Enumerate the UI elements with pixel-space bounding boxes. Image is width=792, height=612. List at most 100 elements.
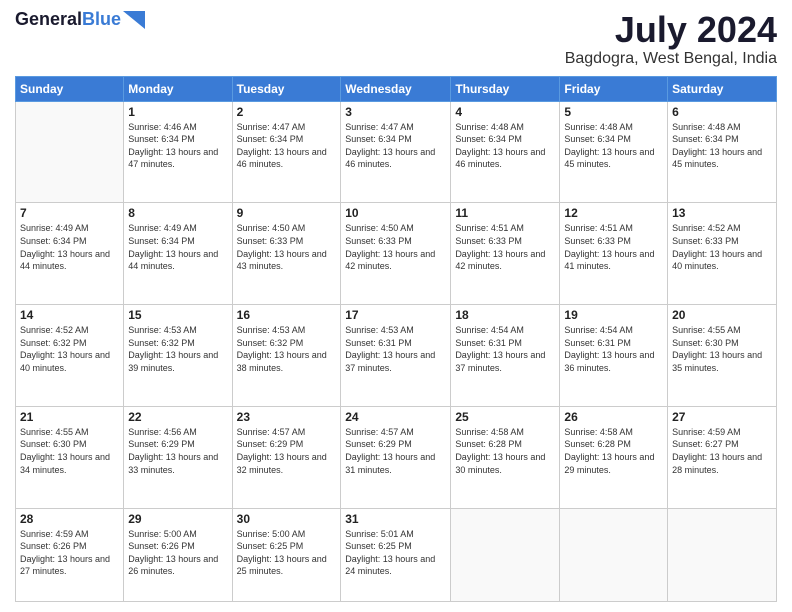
location: Bagdogra, West Bengal, India xyxy=(565,50,777,68)
calendar-week-row: 7Sunrise: 4:49 AMSunset: 6:34 PMDaylight… xyxy=(16,203,777,305)
day-info: Sunrise: 4:52 AMSunset: 6:32 PMDaylight:… xyxy=(20,324,119,374)
calendar-header-saturday: Saturday xyxy=(668,76,777,101)
calendar-cell: 31 Sunrise: 5:01 AMSunset: 6:25 PMDayligh… xyxy=(341,508,451,601)
day-info: Sunrise: 4:51 AMSunset: 6:33 PMDaylight:… xyxy=(564,222,663,272)
day-info: Sunrise: 4:49 AMSunset: 6:34 PMDaylight:… xyxy=(20,222,119,272)
calendar-cell: 28 Sunrise: 4:59 AMSunset: 6:26 PMDayligh… xyxy=(16,508,124,601)
calendar-header-row: SundayMondayTuesdayWednesdayThursdayFrid… xyxy=(16,76,777,101)
day-info: Sunrise: 4:57 AMSunset: 6:29 PMDaylight:… xyxy=(345,426,446,476)
calendar-cell: 16 Sunrise: 4:53 AMSunset: 6:32 PMDayligh… xyxy=(232,305,341,407)
day-number: 12 xyxy=(564,206,663,220)
day-info: Sunrise: 4:56 AMSunset: 6:29 PMDaylight:… xyxy=(128,426,227,476)
day-number: 30 xyxy=(237,512,337,526)
calendar-cell: 3Sunrise: 4:47 AMSunset: 6:34 PMDaylight… xyxy=(341,101,451,203)
calendar-cell: 24 Sunrise: 4:57 AMSunset: 6:29 PMDayligh… xyxy=(341,406,451,508)
logo: GeneralBlue xyxy=(15,10,145,30)
calendar-cell: 2 Sunrise: 4:47 AMSunset: 6:34 PMDaylight… xyxy=(232,101,341,203)
day-number: 1 xyxy=(128,105,227,119)
calendar-cell xyxy=(668,508,777,601)
calendar-header-wednesday: Wednesday xyxy=(341,76,451,101)
day-number: 18 xyxy=(455,308,555,322)
calendar-cell: 20 Sunrise: 4:55 AMSunset: 6:30 PMDayligh… xyxy=(668,305,777,407)
day-number: 26 xyxy=(564,410,663,424)
day-info: Sunrise: 4:49 AMSunset: 6:34 PMDaylight:… xyxy=(128,222,227,272)
day-number: 24 xyxy=(345,410,446,424)
calendar-cell: 23Sunrise: 4:57 AMSunset: 6:29 PMDayligh… xyxy=(232,406,341,508)
day-info: Sunrise: 5:00 AMSunset: 6:26 PMDaylight:… xyxy=(128,528,227,578)
logo-text: GeneralBlue xyxy=(15,10,121,30)
day-number: 29 xyxy=(128,512,227,526)
day-info: Sunrise: 5:01 AMSunset: 6:25 PMDaylight:… xyxy=(345,528,446,578)
day-number: 6 xyxy=(672,105,772,119)
calendar-cell: 5 Sunrise: 4:48 AMSunset: 6:34 PMDaylight… xyxy=(560,101,668,203)
calendar-cell: 22 Sunrise: 4:56 AMSunset: 6:29 PMDayligh… xyxy=(124,406,232,508)
day-info: Sunrise: 4:55 AMSunset: 6:30 PMDaylight:… xyxy=(20,426,119,476)
day-number: 25 xyxy=(455,410,555,424)
day-number: 10 xyxy=(345,206,446,220)
day-info: Sunrise: 4:54 AMSunset: 6:31 PMDaylight:… xyxy=(564,324,663,374)
day-number: 8 xyxy=(128,206,227,220)
day-number: 13 xyxy=(672,206,772,220)
month-year: July 2024 xyxy=(565,10,777,50)
day-info: Sunrise: 4:52 AMSunset: 6:33 PMDaylight:… xyxy=(672,222,772,272)
day-info: Sunrise: 4:59 AMSunset: 6:26 PMDaylight:… xyxy=(20,528,119,578)
calendar-cell: 10 Sunrise: 4:50 AMSunset: 6:33 PMDayligh… xyxy=(341,203,451,305)
calendar-cell: 14 Sunrise: 4:52 AMSunset: 6:32 PMDayligh… xyxy=(16,305,124,407)
header: GeneralBlue July 2024 Bagdogra, West Ben… xyxy=(15,10,777,68)
day-info: Sunrise: 4:58 AMSunset: 6:28 PMDaylight:… xyxy=(564,426,663,476)
day-number: 14 xyxy=(20,308,119,322)
day-number: 4 xyxy=(455,105,555,119)
calendar-cell: 13 Sunrise: 4:52 AMSunset: 6:33 PMDayligh… xyxy=(668,203,777,305)
calendar-header-sunday: Sunday xyxy=(16,76,124,101)
day-info: Sunrise: 4:54 AMSunset: 6:31 PMDaylight:… xyxy=(455,324,555,374)
calendar-cell: 19 Sunrise: 4:54 AMSunset: 6:31 PMDayligh… xyxy=(560,305,668,407)
calendar-cell: 9Sunrise: 4:50 AMSunset: 6:33 PMDaylight… xyxy=(232,203,341,305)
day-info: Sunrise: 5:00 AMSunset: 6:25 PMDaylight:… xyxy=(237,528,337,578)
day-number: 22 xyxy=(128,410,227,424)
calendar-cell: 1 Sunrise: 4:46 AMSunset: 6:34 PMDaylight… xyxy=(124,101,232,203)
calendar-cell: 15 Sunrise: 4:53 AMSunset: 6:32 PMDayligh… xyxy=(124,305,232,407)
day-number: 2 xyxy=(237,105,337,119)
day-number: 5 xyxy=(564,105,663,119)
calendar-cell: 25 Sunrise: 4:58 AMSunset: 6:28 PMDayligh… xyxy=(451,406,560,508)
day-info: Sunrise: 4:55 AMSunset: 6:30 PMDaylight:… xyxy=(672,324,772,374)
day-info: Sunrise: 4:47 AMSunset: 6:34 PMDaylight:… xyxy=(237,121,337,171)
calendar-table: SundayMondayTuesdayWednesdayThursdayFrid… xyxy=(15,76,777,602)
day-info: Sunrise: 4:46 AMSunset: 6:34 PMDaylight:… xyxy=(128,121,227,171)
day-info: Sunrise: 4:51 AMSunset: 6:33 PMDaylight:… xyxy=(455,222,555,272)
day-number: 31 xyxy=(345,512,446,526)
day-info: Sunrise: 4:53 AMSunset: 6:32 PMDaylight:… xyxy=(128,324,227,374)
page: GeneralBlue July 2024 Bagdogra, West Ben… xyxy=(0,0,792,612)
day-number: 19 xyxy=(564,308,663,322)
calendar-header-thursday: Thursday xyxy=(451,76,560,101)
day-number: 3 xyxy=(345,105,446,119)
calendar-header-friday: Friday xyxy=(560,76,668,101)
calendar-header-monday: Monday xyxy=(124,76,232,101)
day-number: 20 xyxy=(672,308,772,322)
calendar-cell: 30 Sunrise: 5:00 AMSunset: 6:25 PMDayligh… xyxy=(232,508,341,601)
calendar-header-tuesday: Tuesday xyxy=(232,76,341,101)
day-number: 15 xyxy=(128,308,227,322)
logo-icon xyxy=(123,11,145,29)
day-info: Sunrise: 4:53 AMSunset: 6:32 PMDaylight:… xyxy=(237,324,337,374)
calendar-cell: 4Sunrise: 4:48 AMSunset: 6:34 PMDaylight… xyxy=(451,101,560,203)
day-number: 27 xyxy=(672,410,772,424)
day-number: 28 xyxy=(20,512,119,526)
calendar-week-row: 1 Sunrise: 4:46 AMSunset: 6:34 PMDaylight… xyxy=(16,101,777,203)
day-info: Sunrise: 4:48 AMSunset: 6:34 PMDaylight:… xyxy=(564,121,663,171)
calendar-cell: 21Sunrise: 4:55 AMSunset: 6:30 PMDayligh… xyxy=(16,406,124,508)
calendar-week-row: 21Sunrise: 4:55 AMSunset: 6:30 PMDayligh… xyxy=(16,406,777,508)
day-info: Sunrise: 4:50 AMSunset: 6:33 PMDaylight:… xyxy=(237,222,337,272)
calendar-cell: 11Sunrise: 4:51 AMSunset: 6:33 PMDayligh… xyxy=(451,203,560,305)
day-number: 16 xyxy=(237,308,337,322)
day-info: Sunrise: 4:50 AMSunset: 6:33 PMDaylight:… xyxy=(345,222,446,272)
day-number: 17 xyxy=(345,308,446,322)
calendar-cell: 17Sunrise: 4:53 AMSunset: 6:31 PMDayligh… xyxy=(341,305,451,407)
calendar-cell: 12 Sunrise: 4:51 AMSunset: 6:33 PMDayligh… xyxy=(560,203,668,305)
day-info: Sunrise: 4:57 AMSunset: 6:29 PMDaylight:… xyxy=(237,426,337,476)
calendar-cell: 8 Sunrise: 4:49 AMSunset: 6:34 PMDaylight… xyxy=(124,203,232,305)
day-info: Sunrise: 4:48 AMSunset: 6:34 PMDaylight:… xyxy=(672,121,772,171)
calendar-cell xyxy=(451,508,560,601)
day-info: Sunrise: 4:58 AMSunset: 6:28 PMDaylight:… xyxy=(455,426,555,476)
calendar-week-row: 28 Sunrise: 4:59 AMSunset: 6:26 PMDayligh… xyxy=(16,508,777,601)
